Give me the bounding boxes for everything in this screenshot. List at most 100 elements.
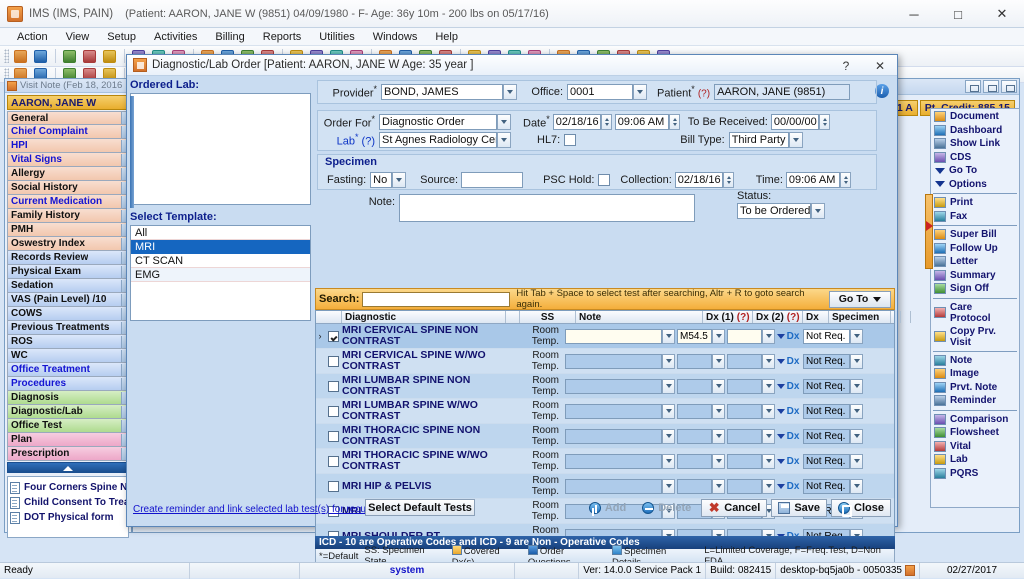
collection-time-value[interactable]: 09:06 AM [785, 172, 840, 188]
note-field[interactable] [565, 478, 662, 494]
sidebar-item-follow-up[interactable]: Follow Up [932, 242, 1018, 256]
note-field[interactable] [565, 328, 662, 344]
sidebar-item-note[interactable]: Note [932, 354, 1018, 368]
visit-note-item-pmh[interactable]: PMH [7, 223, 129, 237]
fasting-value[interactable]: No [370, 172, 393, 188]
sidebar-item-fax[interactable]: Fax [932, 210, 1018, 224]
specimen-dropdown-icon[interactable] [850, 378, 863, 394]
note-dropdown-icon[interactable] [662, 353, 675, 369]
dx-actions-cell[interactable]: Dx [775, 406, 801, 417]
specimen-field[interactable]: Not Req. [803, 453, 850, 469]
dx-caret-icon[interactable] [776, 333, 785, 339]
dx-actions-cell[interactable]: Dx [775, 481, 801, 492]
table-row[interactable]: MRI LUMBAR SPINE NON CONTRAST Room Temp. D… [316, 374, 894, 399]
order-for-dropdown-icon[interactable] [497, 114, 511, 130]
note-field[interactable] [565, 428, 662, 444]
dx2-cell[interactable] [727, 378, 775, 394]
specimen-field[interactable]: Not Req. [803, 328, 850, 344]
sidebar-item-care-protocol[interactable]: Care Protocol [932, 301, 1018, 325]
sidebar-item-print[interactable]: Print [932, 196, 1018, 210]
visit-note-item-chief-complaint[interactable]: Chief Complaint [7, 125, 129, 139]
dx1-field[interactable] [677, 353, 712, 369]
menu-item-billing[interactable]: Billing [206, 28, 253, 46]
sidebar-item-reminder[interactable]: Reminder [932, 394, 1018, 408]
visit-note-item-vital-signs[interactable]: Vital Signs [7, 153, 129, 167]
provider-value[interactable]: BOND, JAMES [381, 84, 503, 100]
select-default-tests-button[interactable]: Select Default Tests [365, 499, 475, 516]
visit-note-document[interactable]: Four Corners Spine New [10, 480, 126, 495]
toolbar-button-5[interactable] [101, 48, 119, 65]
dx2-cell[interactable] [727, 328, 775, 344]
menu-item-utilities[interactable]: Utilities [310, 28, 363, 46]
note-cell[interactable] [565, 378, 675, 394]
dx2-cell[interactable] [727, 453, 775, 469]
visit-note-item-diagnostic-lab[interactable]: Diagnostic/Lab [7, 405, 129, 419]
col-specimen[interactable]: Specimen [829, 311, 891, 323]
specimen-field[interactable]: Not Req. [803, 428, 850, 444]
visit-note-item-physical-exam[interactable]: Physical Exam [7, 265, 129, 279]
dx2-dropdown-icon[interactable] [762, 328, 775, 344]
row-checkbox-cell[interactable] [324, 405, 342, 417]
visit-note-document[interactable]: Child Consent To Treat [10, 495, 126, 510]
sidebar-item-go-to[interactable]: Go To [932, 164, 1018, 178]
sidebar-item-show-link[interactable]: Show Link [932, 137, 1018, 151]
psc-hold-checkbox[interactable] [598, 174, 611, 186]
dialog-help-button[interactable]: ? [829, 55, 863, 76]
toolbar-button-3[interactable] [61, 48, 79, 65]
specimen-dropdown-icon[interactable] [850, 428, 863, 444]
dx2-field[interactable] [727, 328, 762, 344]
close-button[interactable]: Close [831, 499, 891, 517]
dx1-dropdown-icon[interactable] [712, 453, 725, 469]
visit-note-item-oswestry-index[interactable]: Oswestry Index [7, 237, 129, 251]
row-checkbox[interactable] [327, 480, 339, 492]
cancel-button[interactable]: ✖ Cancel [701, 499, 768, 517]
bill-type-value[interactable]: Third Party [728, 132, 789, 148]
template-item-emg[interactable]: EMG [131, 268, 310, 282]
note-field[interactable] [565, 453, 662, 469]
row-checkbox[interactable] [327, 430, 339, 442]
sidebar-item-super-bill[interactable]: Super Bill [932, 228, 1018, 242]
note-field[interactable] [565, 353, 662, 369]
row-checkbox-cell[interactable] [324, 330, 342, 342]
toolbar-button-4[interactable] [81, 48, 99, 65]
note-cell[interactable] [565, 478, 675, 494]
toolbar-button-2[interactable] [32, 48, 50, 65]
row-checkbox-cell[interactable] [324, 455, 342, 467]
dx2-field[interactable] [727, 453, 762, 469]
sidebar-item-letter[interactable]: Letter [932, 255, 1018, 269]
visit-note-item-hpi[interactable]: HPI [7, 139, 129, 153]
dx1-dropdown-icon[interactable] [712, 478, 725, 494]
to-be-received-stepper[interactable] [818, 114, 830, 130]
row-checkbox-cell[interactable] [324, 430, 342, 442]
row-checkbox-cell[interactable] [324, 355, 342, 367]
note-dropdown-icon[interactable] [662, 428, 675, 444]
visit-note-item-plan[interactable]: Plan [7, 433, 129, 447]
dx2-cell[interactable] [727, 353, 775, 369]
visit-note-item-social-history[interactable]: Social History [7, 181, 129, 195]
dx2-field[interactable] [727, 378, 762, 394]
menu-item-activities[interactable]: Activities [145, 28, 206, 46]
to-be-received-value[interactable]: 00/00/00 [770, 114, 819, 130]
sidebar-item-prvt-note[interactable]: Prvt. Note [932, 381, 1018, 395]
specimen-cell[interactable]: Not Req. [803, 328, 863, 344]
dx-caret-icon[interactable] [776, 383, 785, 389]
dx-link-icon[interactable]: Dx [787, 481, 800, 492]
dx-actions-cell[interactable]: Dx [775, 456, 801, 467]
ordered-lab-scrollbar[interactable] [130, 96, 134, 208]
menu-item-setup[interactable]: Setup [98, 28, 145, 46]
menu-item-help[interactable]: Help [426, 28, 467, 46]
order-for-value[interactable]: Diagnostic Order [379, 114, 497, 130]
dx2-dropdown-icon[interactable] [762, 453, 775, 469]
close-icon[interactable]: ✕ [980, 0, 1024, 28]
visit-note-item-allergy[interactable]: Allergy [7, 167, 129, 181]
sidebar-item-flowsheet[interactable]: Flowsheet [932, 426, 1018, 440]
col-dx1[interactable]: Dx (1) (?) [703, 311, 753, 323]
chart-minimize-icon[interactable] [965, 80, 981, 93]
dx2-field[interactable] [727, 353, 762, 369]
dx2-field[interactable] [727, 428, 762, 444]
visit-note-item-procedures[interactable]: Procedures [7, 377, 129, 391]
sidebar-item-image[interactable]: Image [932, 367, 1018, 381]
order-time-stepper[interactable] [668, 114, 680, 130]
specimen-cell[interactable]: Not Req. [803, 403, 863, 419]
collection-date-stepper[interactable] [722, 172, 734, 188]
